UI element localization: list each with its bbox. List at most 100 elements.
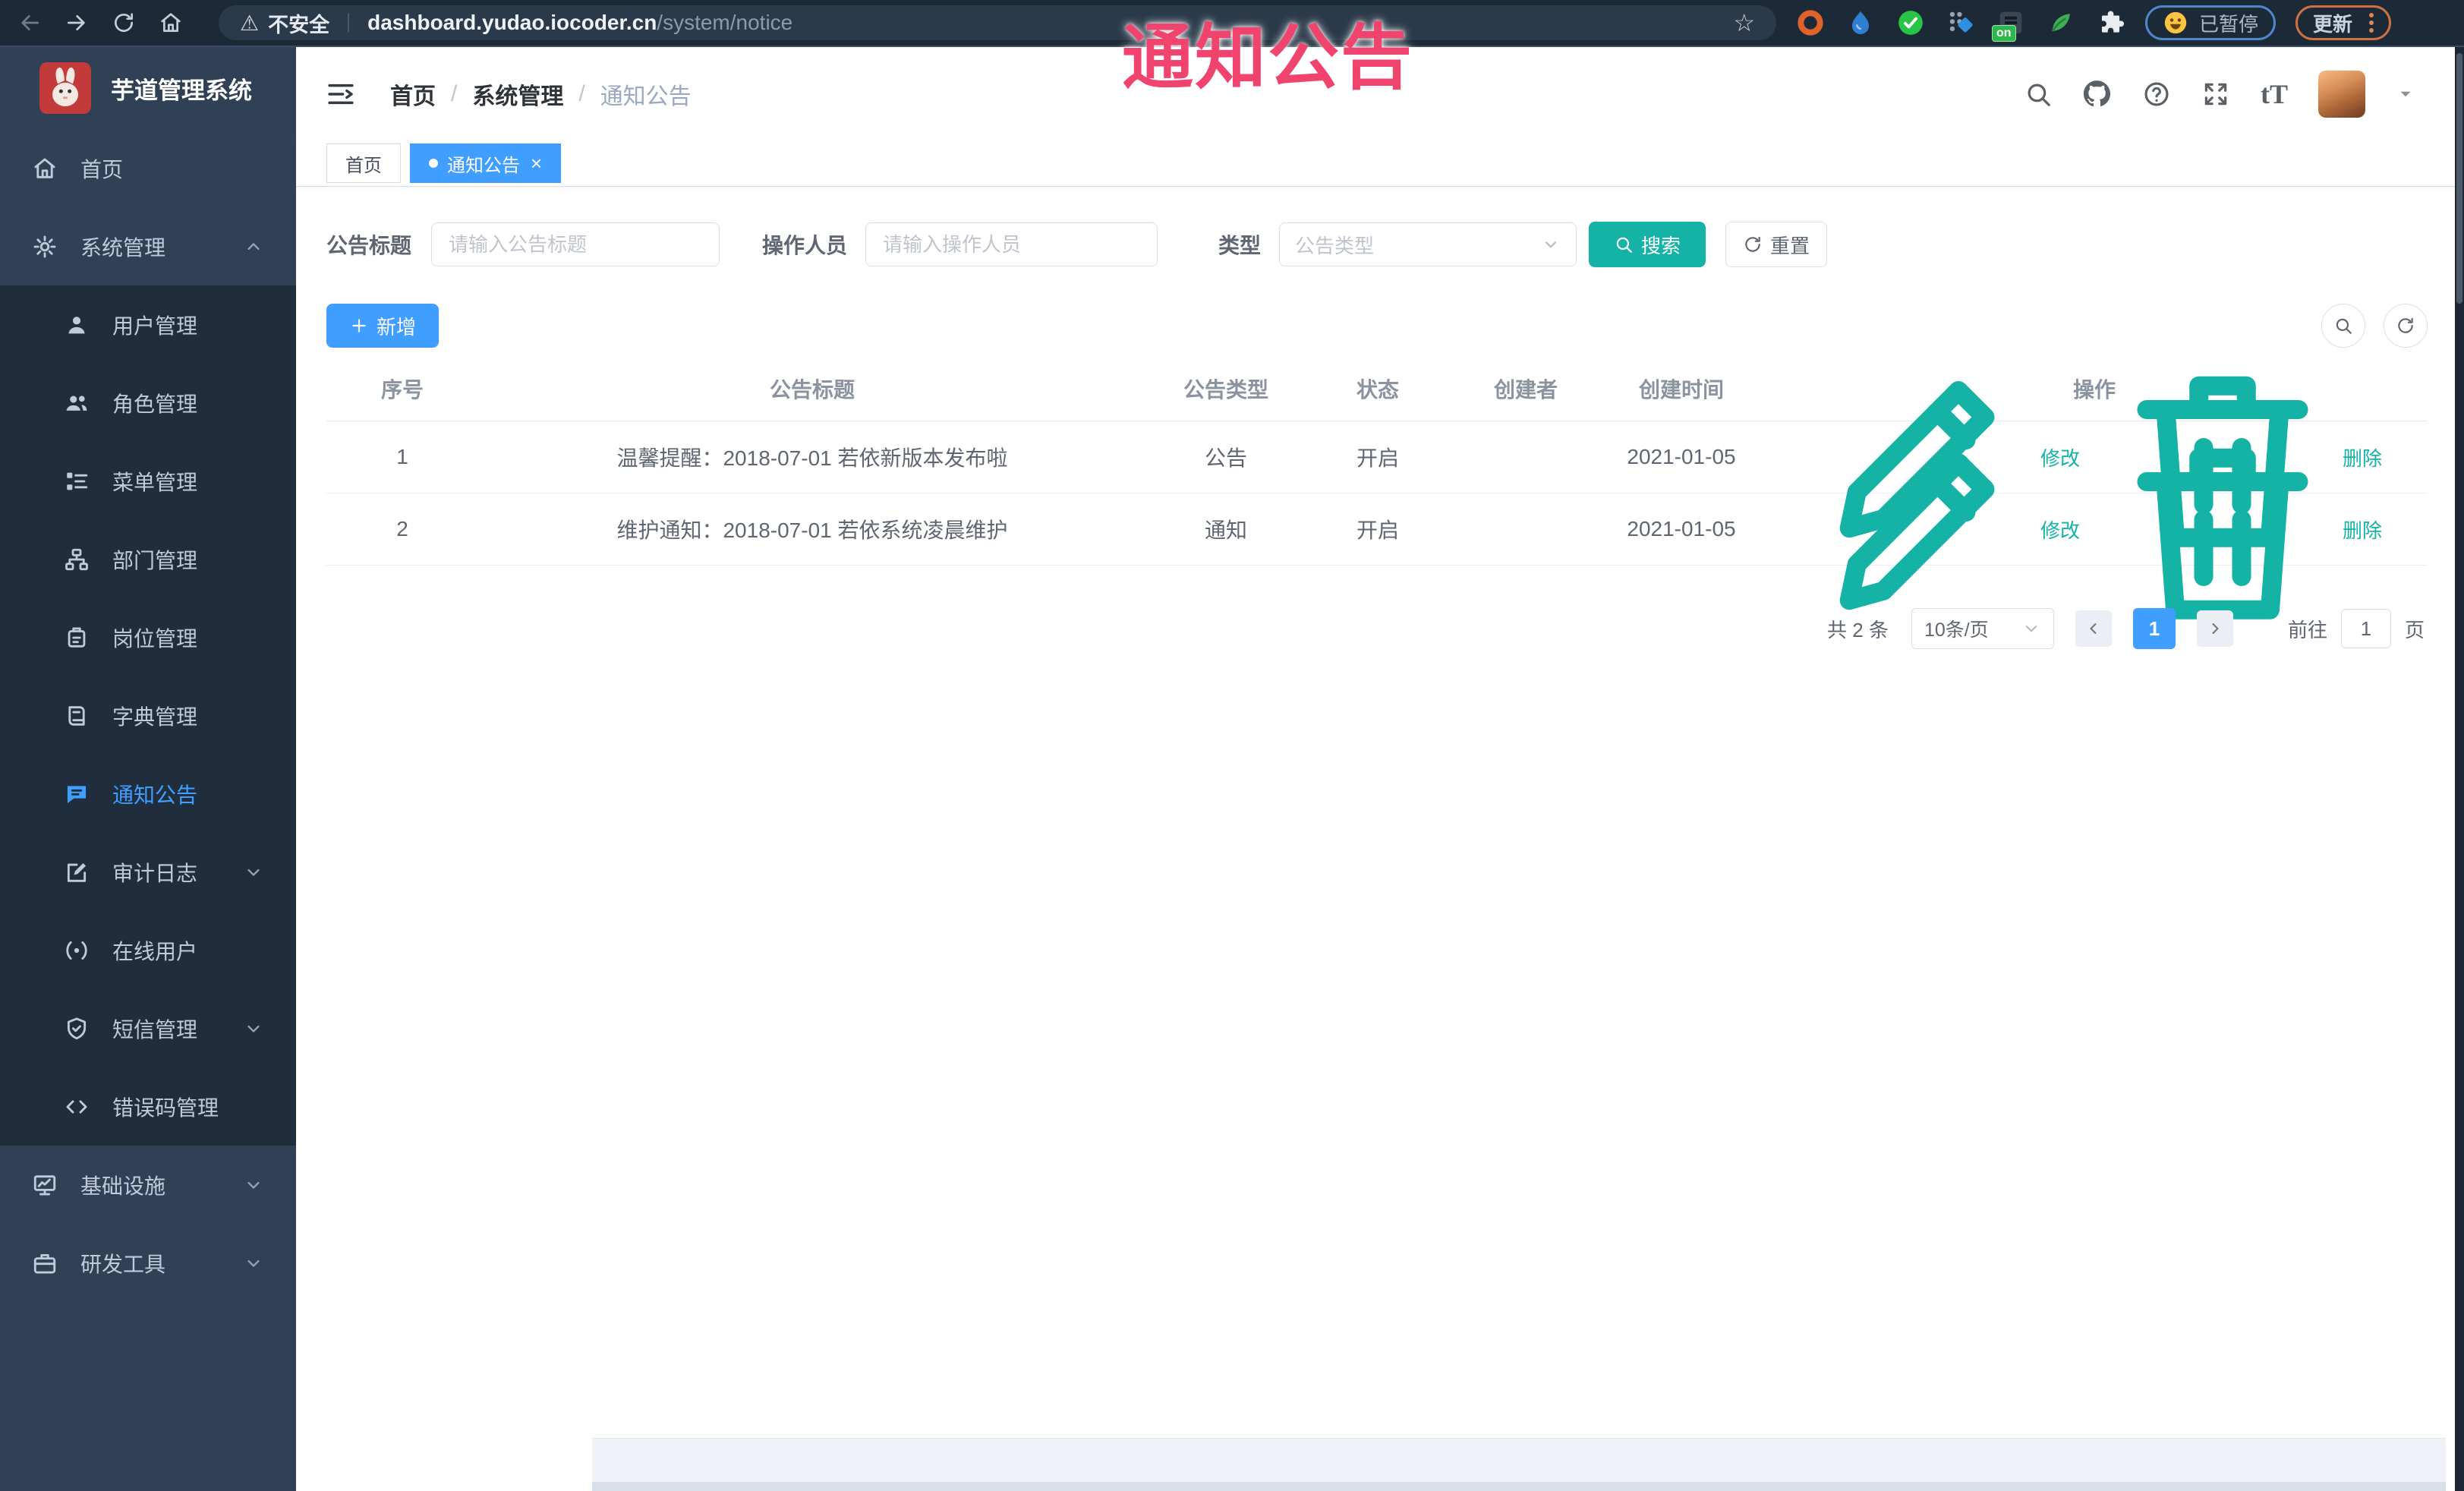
sidebar-item-home[interactable]: 首页 [0, 129, 296, 207]
user-icon [64, 312, 90, 338]
search-icon [1614, 235, 1634, 254]
search-icon [2333, 316, 2353, 336]
tag-tab-home[interactable]: 首页 [326, 143, 401, 183]
sidebar-item-audit-log[interactable]: 审计日志 [0, 833, 296, 911]
tab-label: 首页 [345, 155, 382, 176]
extension-orange-ring-icon[interactable] [1796, 8, 1825, 37]
gear-icon [32, 234, 58, 260]
github-icon[interactable] [2083, 80, 2112, 109]
operator-filter-label: 操作人员 [762, 234, 848, 257]
column-header: 公告类型 [1183, 378, 1268, 402]
browser-back-button[interactable] [12, 5, 47, 40]
user-avatar[interactable] [2318, 70, 2365, 118]
browser-reload-button[interactable] [106, 5, 141, 40]
chevron-down-icon [243, 1018, 264, 1039]
breadcrumb-item[interactable]: 首页 [390, 77, 436, 111]
page-number-button[interactable]: 1 [2132, 608, 2176, 649]
tab-label: 通知公告 [447, 155, 520, 176]
sidebar-item-label: 错误码管理 [112, 1095, 219, 1120]
browser-scrollbar[interactable] [2455, 47, 2464, 1491]
browser-forward-button[interactable] [59, 5, 94, 40]
page-bottom-strip [592, 1438, 2446, 1491]
sidebar-item-label: 基础设施 [80, 1174, 166, 1198]
sidebar-item-label: 部门管理 [112, 548, 198, 572]
sidebar-item-notice[interactable]: 通知公告 [0, 755, 296, 833]
sidebar-item-label: 首页 [80, 157, 124, 181]
sidebar-item-label: 用户管理 [112, 314, 198, 338]
cell-status: 开启 [1356, 446, 1399, 470]
sidebar-item-infrastructure[interactable]: 基础设施 [0, 1146, 296, 1224]
close-icon[interactable]: × [531, 153, 542, 173]
sidebar-item-sms-management[interactable]: 短信管理 [0, 989, 296, 1067]
dept-icon [64, 547, 90, 572]
extension-dark-panel-icon[interactable]: on [1992, 8, 2025, 42]
sidebar-item-label: 在线用户 [112, 939, 198, 963]
sidebar-toggle-icon[interactable] [325, 78, 357, 110]
table-body: 1 温馨提醒：2018-07-01 若依新版本发布啦 公告 开启 2021-01-05 修… [326, 376, 2428, 619]
avatar-caret-icon[interactable] [2396, 84, 2415, 104]
toggle-search-button[interactable] [2321, 304, 2365, 348]
paused-label: 已暂停 [2199, 12, 2259, 36]
table-toolbar: 新增 [326, 304, 2428, 348]
bookmark-star-icon[interactable]: ☆ [1733, 8, 1755, 37]
header-search-icon[interactable] [2024, 80, 2053, 109]
sidebar-item-dept-management[interactable]: 部门管理 [0, 520, 296, 598]
sidebar-item-post-management[interactable]: 岗位管理 [0, 598, 296, 676]
sidebar-item-online-users[interactable]: 在线用户 [0, 911, 296, 989]
refresh-icon [2396, 316, 2415, 336]
sidebar-item-role-management[interactable]: 角色管理 [0, 364, 296, 442]
update-label: 更新 [2313, 12, 2353, 36]
extension-green-check-icon[interactable] [1896, 8, 1925, 37]
scrollbar-thumb[interactable] [2456, 53, 2462, 304]
fullscreen-icon[interactable] [2201, 80, 2230, 109]
address-bar[interactable]: ⚠ 不安全 dashboard.yudao.iocoder.cn/system/… [219, 5, 1776, 40]
profile-paused-chip[interactable]: 已暂停 [2145, 5, 2277, 40]
browser-menu-icon[interactable] [2369, 13, 2374, 33]
sidebar-item-menu-management[interactable]: 菜单管理 [0, 442, 296, 520]
sidebar-item-label: 短信管理 [112, 1017, 198, 1042]
next-page-button[interactable] [2196, 610, 2233, 647]
prev-page-button[interactable] [2075, 610, 2112, 647]
extensions-puzzle-icon[interactable] [2097, 8, 2125, 37]
chevron-down-icon [1541, 235, 1561, 254]
app-logo-icon [39, 62, 91, 114]
active-tab-dot [429, 159, 438, 168]
operator-filter-input[interactable] [865, 222, 1158, 266]
sidebar-item-user-management[interactable]: 用户管理 [0, 285, 296, 364]
font-size-icon[interactable]: tT [2261, 80, 2288, 109]
extension-grid-diamond-icon[interactable] [1946, 8, 1975, 37]
tag-tab-notice[interactable]: 通知公告 × [410, 143, 562, 183]
chevron-down-icon [243, 1253, 264, 1274]
browser-home-button[interactable] [153, 5, 188, 40]
add-button[interactable]: 新增 [326, 304, 439, 348]
sidebar-item-dict-management[interactable]: 字典管理 [0, 676, 296, 755]
title-filter-input[interactable] [431, 222, 720, 266]
cell-actions: 修改 删除 [1761, 415, 2428, 643]
sidebar-item-dev-tools[interactable]: 研发工具 [0, 1224, 296, 1302]
goto-page-input[interactable] [2340, 609, 2391, 648]
extension-leaf-icon[interactable] [2047, 8, 2075, 37]
pagination-total: 共 2 条 [1827, 618, 1889, 641]
table-tools [2321, 304, 2428, 348]
page-url: dashboard.yudao.iocoder.cn/system/notice [367, 11, 792, 35]
help-icon[interactable] [2142, 80, 2171, 109]
sidebar: 芋道管理系统 首页系统管理用户管理角色管理 菜单管理部门管理岗位管理 字典管理 通知公… [0, 47, 296, 1491]
refresh-icon [1743, 235, 1763, 254]
extension-blue-drop-icon[interactable] [1846, 8, 1875, 37]
refresh-table-button[interactable] [2384, 304, 2428, 348]
cell-title: 维护通知：2018-07-01 若依系统凌晨维护 [616, 519, 1008, 542]
page-size-select[interactable]: 10条/页 [1911, 608, 2054, 649]
type-filter-select[interactable]: 公告类型 [1279, 222, 1577, 266]
code-icon [64, 1094, 90, 1120]
page-unit-label: 页 [2404, 618, 2425, 641]
browser-update-chip[interactable]: 更新 [2295, 5, 2392, 40]
sidebar-item-errcode-management[interactable]: 错误码管理 [0, 1067, 296, 1146]
breadcrumb-item[interactable]: 系统管理 [472, 77, 563, 111]
column-header: 状态 [1356, 378, 1399, 402]
app-logo-row[interactable]: 芋道管理系统 [0, 47, 296, 129]
search-button[interactable]: 搜索 [1589, 222, 1706, 267]
reset-button[interactable]: 重置 [1725, 222, 1828, 267]
audit-icon [64, 859, 90, 885]
sidebar-item-system-management[interactable]: 系统管理 [0, 207, 296, 285]
column-header: 创建者 [1493, 378, 1558, 402]
